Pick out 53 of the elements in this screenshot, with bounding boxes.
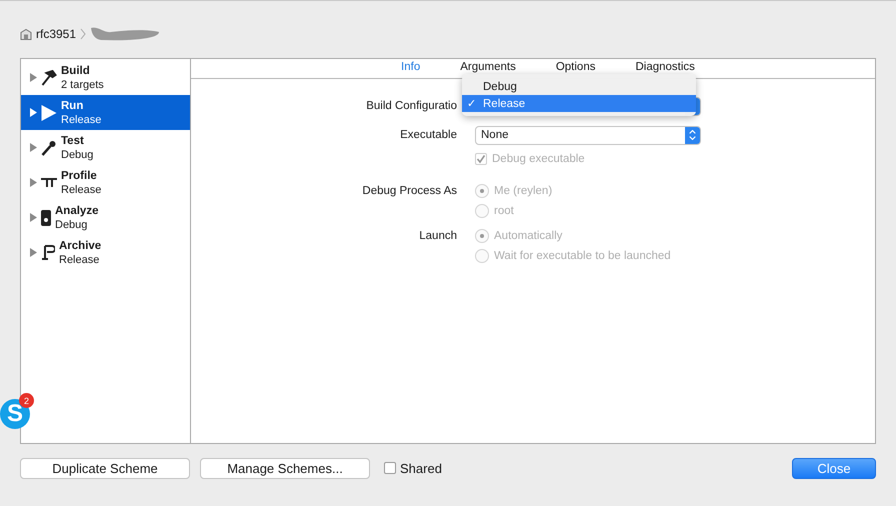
radio-label: root [494,205,514,217]
check-mark: ✓ [467,98,476,110]
field-label: Executable [399,129,457,141]
checkbox[interactable] [384,462,396,474]
scheme-subtitle: Debug [55,218,88,232]
scheme-subtitle: Release [59,252,100,266]
scheme-subtitle: Debug [61,148,94,162]
stepper-arrows-icon [689,130,696,140]
disclosure-triangle-icon[interactable] [30,73,37,82]
disclosure-triangle-icon[interactable] [30,178,37,187]
scheme-item[interactable]: Archive Release [21,235,190,270]
disclosure-triangle-icon[interactable] [30,143,37,152]
chevron-icon [80,28,86,40]
disclosure-triangle-icon[interactable] [30,213,37,222]
tab[interactable]: Options [536,59,616,78]
radio-label: Me (reylen) [494,185,552,197]
radio-label: Automatically [494,230,562,242]
field-label: Debug Process As [361,185,457,197]
scheme-subtitle: 2 targets [61,78,104,92]
duplicate-scheme-button[interactable]: Duplicate Scheme [20,458,190,478]
menu-item[interactable]: ✓ Release [462,95,696,112]
play-icon [41,104,57,120]
scheme-title: Test [61,134,85,148]
scheme-item[interactable]: Run Release [21,95,190,130]
hammer-icon [41,70,57,86]
scheme-item[interactable]: Test Debug [21,130,190,165]
tab[interactable]: Info [381,59,440,78]
field-label: Launch [418,230,457,242]
scheme-subtitle: Release [61,182,102,196]
field-label: Build Configuratio [365,100,457,112]
scheme-item[interactable]: Build 2 targets [21,60,190,95]
scheme-item[interactable]: Analyze Debug [21,200,190,235]
project-name[interactable]: rfc3951 [36,27,76,41]
checkbox-label: Shared [400,460,442,476]
scheme-item[interactable]: Profile Release [21,165,190,200]
tab[interactable]: Diagnostics [615,59,715,78]
manage-schemes-button[interactable]: Manage Schemes... [200,458,370,478]
menu-item[interactable]: Debug [462,78,696,95]
radio-label: Wait for executable to be launched [494,250,671,262]
tab[interactable]: Arguments [440,59,536,78]
caliper-icon [41,178,57,187]
scheme-title: Archive [59,238,102,252]
scheme-title: Analyze [55,204,98,218]
redaction-mark [90,27,160,41]
disclosure-triangle-icon[interactable] [30,248,37,257]
wrench-icon [41,140,57,156]
scheme-title: Build [61,64,91,78]
scheme-subtitle: Release [61,112,102,126]
executable-popup[interactable]: None [475,126,701,144]
checkbox-label: Debug executable [492,153,585,165]
scheme-title: Run [61,98,84,112]
disclosure-triangle-icon[interactable] [30,108,37,117]
scheme-title: Profile [61,168,98,182]
